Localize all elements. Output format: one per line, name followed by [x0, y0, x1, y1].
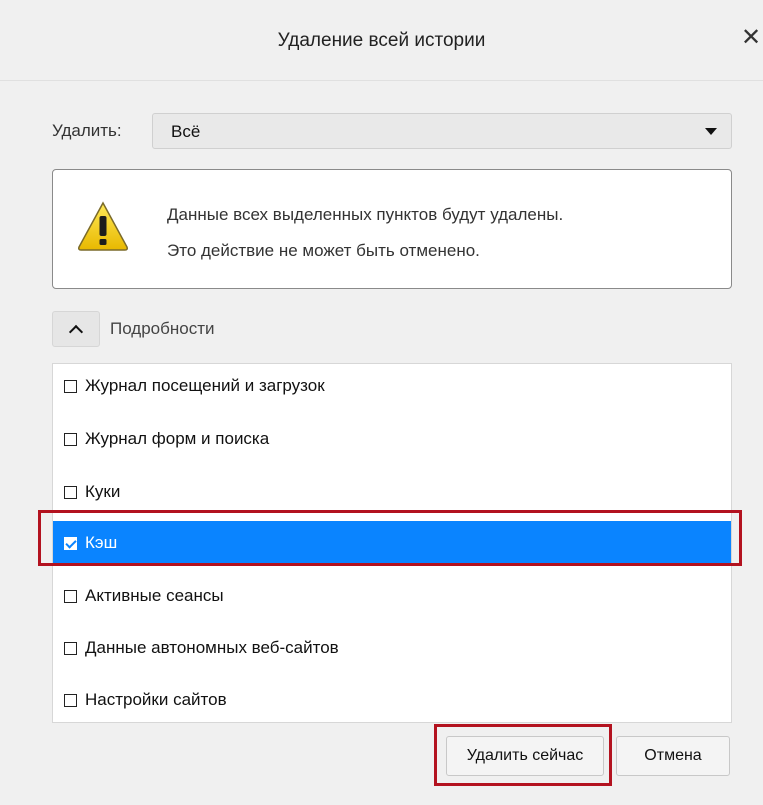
list-item-label: Данные автономных веб-сайтов [85, 638, 339, 657]
title-bar: Удаление всей истории ✕ [0, 0, 763, 81]
checkbox[interactable] [64, 485, 77, 499]
list-item-offline-data[interactable]: Данные автономных веб-сайтов [53, 626, 731, 670]
warning-text-line1: Данные всех выделенных пунктов будут уда… [167, 205, 564, 224]
list-item-label: Кэш [85, 533, 118, 552]
list-item-site-settings[interactable]: Настройки сайтов [53, 678, 731, 722]
checkbox[interactable] [64, 693, 77, 707]
list-item-label: Журнал форм и поиска [85, 429, 270, 448]
dialog-title: Удаление всей истории [277, 30, 486, 51]
list-item-cookies[interactable]: Куки [53, 470, 731, 514]
close-icon[interactable]: ✕ [741, 23, 761, 52]
delete-now-button[interactable]: Удалить сейчас [446, 736, 604, 776]
details-label: Подробности [110, 319, 215, 338]
details-toggle-row: Подробности [52, 311, 352, 347]
list-item-active-sessions[interactable]: Активные сеансы [53, 574, 731, 618]
details-toggle-button[interactable] [52, 311, 100, 347]
dropdown-arrow-icon [705, 128, 717, 135]
chevron-up-icon [68, 324, 84, 339]
checkbox[interactable] [64, 432, 77, 446]
dialog-body: Удалить: Всё Данные всех выделенных пунк… [0, 81, 763, 805]
check-icon [65, 536, 77, 549]
warning-icon [78, 201, 128, 251]
checkbox[interactable] [64, 379, 77, 393]
time-range-row: Удалить: Всё [52, 113, 732, 149]
time-range-label: Удалить: [52, 121, 122, 140]
time-range-select[interactable]: Всё [152, 113, 732, 149]
clear-history-dialog: Удаление всей истории ✕ Удалить: Всё Дан… [0, 0, 763, 805]
warning-text-line2: Это действие не может быть отменено. [167, 241, 480, 260]
list-item-label: Куки [85, 482, 121, 501]
warning-box: Данные всех выделенных пунктов будут уда… [52, 169, 732, 289]
list-item-browsing-history[interactable]: Журнал посещений и загрузок [53, 364, 731, 408]
list-item-form-history[interactable]: Журнал форм и поиска [53, 417, 731, 461]
list-item-label: Активные сеансы [85, 586, 224, 605]
history-items-list: Журнал посещений и загрузок Журнал форм … [52, 363, 732, 723]
checkbox[interactable] [64, 589, 77, 603]
list-item-cache[interactable]: Кэш [53, 521, 731, 565]
checkbox[interactable] [64, 641, 77, 655]
list-item-label: Настройки сайтов [85, 690, 227, 709]
list-item-label: Журнал посещений и загрузок [85, 376, 325, 395]
time-range-value: Всё [171, 122, 201, 141]
checkbox-checked[interactable] [64, 536, 77, 550]
cancel-button[interactable]: Отмена [616, 736, 730, 776]
